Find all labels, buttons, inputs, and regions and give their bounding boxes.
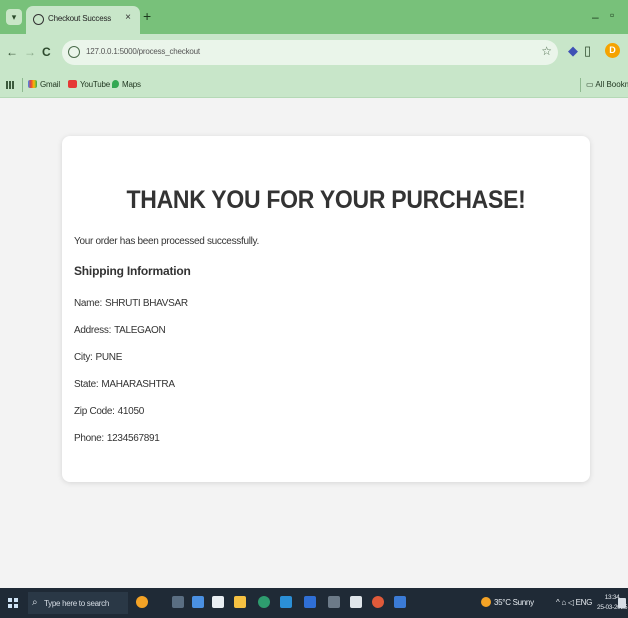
all-bookmarks-button[interactable]: ▭ All Bookmarks bbox=[586, 80, 628, 89]
success-message: Your order has been processed successful… bbox=[74, 236, 259, 247]
app-icon[interactable] bbox=[192, 596, 204, 608]
edge-icon[interactable] bbox=[258, 596, 270, 608]
sidepanel-icon[interactable]: ▯ bbox=[584, 44, 591, 58]
notification-icon[interactable] bbox=[618, 598, 626, 608]
bookmarks-bar: Gmail YouTube Maps ▭ All Bookmarks bbox=[0, 72, 628, 98]
globe-icon bbox=[33, 14, 44, 25]
back-icon[interactable]: ← bbox=[6, 45, 18, 59]
app-icon[interactable] bbox=[328, 596, 340, 608]
gmail-icon bbox=[28, 80, 37, 88]
maximize-icon[interactable]: ▫ bbox=[610, 8, 614, 22]
bookmark-gmail[interactable]: Gmail bbox=[28, 80, 60, 89]
app-icon[interactable] bbox=[280, 596, 292, 608]
reload-icon[interactable]: C bbox=[42, 45, 51, 59]
app-icon[interactable] bbox=[350, 596, 362, 608]
app-icon[interactable] bbox=[304, 596, 316, 608]
search-placeholder: Type here to search bbox=[44, 599, 110, 608]
minimize-icon[interactable]: – bbox=[592, 10, 599, 24]
folder-icon: ▭ bbox=[586, 80, 596, 89]
tab-search-button[interactable]: ▾ bbox=[6, 9, 22, 25]
search-icon: ⌕ bbox=[32, 597, 38, 608]
url-text[interactable]: 127.0.0.1:5000/process_checkout bbox=[86, 47, 200, 56]
file-explorer-icon[interactable] bbox=[234, 596, 246, 608]
bookmarks-divider bbox=[22, 78, 23, 92]
apps-grid-icon[interactable] bbox=[6, 81, 14, 89]
shipping-address: Address: TALEGAON bbox=[74, 325, 166, 336]
start-button[interactable] bbox=[8, 598, 18, 608]
browser-tab[interactable]: Checkout Success × bbox=[26, 6, 140, 34]
app-icon[interactable] bbox=[212, 596, 224, 608]
task-view-icon[interactable] bbox=[172, 596, 184, 608]
youtube-icon bbox=[68, 80, 77, 88]
system-tray[interactable]: ^ ⌂ ◁ ENG bbox=[556, 598, 592, 607]
bookmarks-divider bbox=[580, 78, 581, 92]
chrome-icon[interactable] bbox=[372, 596, 384, 608]
bookmark-maps[interactable]: Maps bbox=[112, 80, 141, 89]
browser-toolbar: ← → C 127.0.0.1:5000/process_checkout ☆ … bbox=[0, 34, 628, 72]
tab-close-icon[interactable]: × bbox=[125, 12, 131, 23]
browser-titlebar: ▾ Checkout Success × + – ▫ bbox=[0, 0, 628, 34]
address-bar[interactable]: 127.0.0.1:5000/process_checkout ☆ bbox=[62, 40, 558, 65]
weather-sun-icon bbox=[481, 597, 491, 607]
maps-icon bbox=[112, 80, 119, 88]
extension-icon[interactable]: ◆ bbox=[568, 44, 578, 58]
taskbar: ⌕ Type here to search 35°C Sunny ^ ⌂ ◁ E… bbox=[0, 588, 628, 618]
shipping-heading: Shipping Information bbox=[74, 264, 191, 278]
confirmation-card: THANK YOU FOR YOUR PURCHASE! Your order … bbox=[62, 136, 590, 482]
page-viewport: THANK YOU FOR YOUR PURCHASE! Your order … bbox=[0, 98, 628, 588]
weather-text[interactable]: 35°C Sunny bbox=[494, 598, 534, 607]
shipping-phone: Phone: 1234567891 bbox=[74, 433, 160, 444]
page-title: THANK YOU FOR YOUR PURCHASE! bbox=[126, 186, 526, 214]
new-tab-button[interactable]: + bbox=[143, 9, 151, 23]
app-icon[interactable] bbox=[394, 596, 406, 608]
shipping-city: City: PUNE bbox=[74, 352, 123, 363]
forward-icon[interactable]: → bbox=[24, 45, 36, 59]
widgets-icon[interactable] bbox=[136, 596, 148, 608]
bookmark-star-icon[interactable]: ☆ bbox=[541, 44, 552, 58]
shipping-zip: Zip Code: 41050 bbox=[74, 406, 144, 417]
taskbar-search[interactable]: ⌕ Type here to search bbox=[28, 592, 128, 614]
shipping-state: State: MAHARASHTRA bbox=[74, 379, 175, 390]
site-info-icon[interactable] bbox=[68, 46, 80, 58]
bookmark-youtube[interactable]: YouTube bbox=[68, 80, 110, 89]
shipping-name: Name: SHRUTI BHAVSAR bbox=[74, 298, 188, 309]
profile-avatar[interactable]: D bbox=[605, 43, 620, 58]
tab-title: Checkout Success bbox=[48, 14, 112, 23]
